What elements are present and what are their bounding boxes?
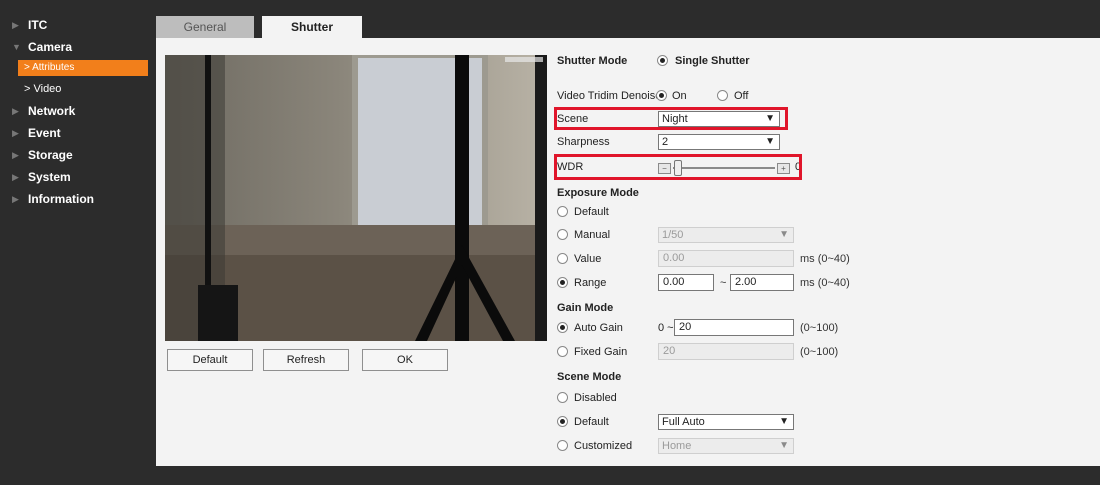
tab-general[interactable]: General [156, 16, 254, 38]
gain-mode-heading: Gain Mode [557, 302, 614, 314]
scene-mode-default-value: Full Auto [662, 416, 705, 428]
sidebar-item-attributes[interactable]: > Attributes [18, 60, 148, 76]
sidebar-item-label: Storage [28, 148, 73, 162]
scene-mode-customized-label: Customized [574, 440, 633, 452]
chevron-right-icon: > [24, 62, 33, 73]
exposure-range-separator: ~ [720, 277, 727, 289]
gain-auto-radio[interactable] [557, 322, 568, 333]
chevron-down-icon: ▼ [779, 440, 789, 451]
ok-button[interactable]: OK [362, 349, 448, 371]
exposure-mode-heading: Exposure Mode [557, 187, 639, 199]
expanded-arrow-icon: ▼ [12, 42, 21, 52]
sidebar-item-storage[interactable]: ▶ Storage [8, 144, 148, 166]
sharpness-label: Sharpness [557, 136, 610, 148]
collapsed-arrow-icon: ▶ [12, 150, 19, 160]
sidebar-item-label: Event [28, 126, 61, 140]
exposure-manual-value: 1/50 [662, 229, 684, 241]
exposure-value-input[interactable]: 0.00 [658, 250, 794, 267]
gain-auto-label: Auto Gain [574, 322, 623, 334]
sidebar-item-label: Video [33, 83, 62, 95]
sidebar: ▶ ITC ▼ Camera > Attributes > Video ▶ Netwo… [8, 14, 148, 210]
sidebar-item-itc[interactable]: ▶ ITC [8, 14, 148, 36]
camera-frame-image [165, 55, 547, 341]
gain-fixed-input[interactable]: 20 [658, 343, 794, 360]
collapsed-arrow-icon: ▶ [12, 172, 19, 182]
refresh-button[interactable]: Refresh [263, 349, 349, 371]
gain-fixed-label: Fixed Gain [574, 346, 628, 358]
exposure-manual-radio[interactable] [557, 229, 568, 240]
exposure-range-label: Range [574, 277, 607, 289]
tab-shutter[interactable]: Shutter [262, 16, 362, 38]
exposure-default-label: Default [574, 206, 609, 218]
scene-mode-disabled-radio[interactable] [557, 392, 568, 403]
exposure-manual-label: Manual [574, 229, 611, 241]
exposure-range-from-input[interactable]: 0.00 [658, 274, 714, 291]
gain-auto-prefix: 0 ~ [658, 322, 674, 334]
scene-mode-default-select[interactable]: Full Auto ▼ [658, 414, 794, 430]
video-preview [165, 55, 547, 341]
shutter-mode-single-radio[interactable] [657, 55, 668, 66]
sidebar-item-label: Attributes [32, 62, 75, 73]
chevron-down-icon: ▼ [779, 416, 789, 427]
sidebar-item-label: Camera [28, 40, 73, 54]
scene-mode-default-radio[interactable] [557, 416, 568, 427]
sidebar-item-network[interactable]: ▶ Network [8, 100, 148, 122]
denoise-off-radio[interactable] [717, 90, 728, 101]
exposure-value-radio[interactable] [557, 253, 568, 264]
denoise-off-label: Off [734, 90, 749, 102]
shutter-form: Shutter Mode Single Shutter Video Tridim… [554, 38, 1094, 466]
exposure-default-radio[interactable] [557, 206, 568, 217]
settings-panel: Default Refresh OK Shutter Mode Single S… [156, 38, 1100, 466]
sidebar-item-system[interactable]: ▶ System [8, 166, 148, 188]
sidebar-item-video[interactable]: > Video [18, 78, 148, 100]
shutter-mode-single-label: Single Shutter [675, 55, 750, 67]
shutter-mode-label: Shutter Mode [557, 55, 628, 67]
collapsed-arrow-icon: ▶ [12, 20, 19, 30]
collapsed-arrow-icon: ▶ [12, 194, 19, 204]
scene-highlight-box [554, 107, 788, 130]
wdr-highlight-box [554, 154, 802, 180]
exposure-range-to-input[interactable]: 2.00 [730, 274, 794, 291]
exposure-range-unit: ms (0~40) [800, 277, 850, 289]
sidebar-item-label: ITC [28, 18, 48, 32]
denoise-on-radio[interactable] [656, 90, 667, 101]
sidebar-item-label: Network [28, 104, 76, 118]
scene-mode-default-label: Default [574, 416, 609, 428]
chevron-down-icon: ▼ [765, 136, 775, 147]
sidebar-item-event[interactable]: ▶ Event [8, 122, 148, 144]
gain-auto-unit: (0~100) [800, 322, 839, 334]
sidebar-item-label: System [28, 170, 71, 184]
exposure-value-label: Value [574, 253, 602, 265]
exposure-range-radio[interactable] [557, 277, 568, 288]
scene-mode-disabled-label: Disabled [574, 392, 617, 404]
sidebar-item-label: Information [28, 192, 94, 206]
sidebar-item-information[interactable]: ▶ Information [8, 188, 148, 210]
exposure-manual-select[interactable]: 1/50 ▼ [658, 227, 794, 243]
denoise-label: Video Tridim Denoise [557, 90, 662, 102]
sharpness-selected-value: 2 [662, 136, 669, 148]
exposure-value-unit: ms (0~40) [800, 253, 850, 265]
sidebar-item-camera[interactable]: ▼ Camera [8, 36, 148, 58]
default-button[interactable]: Default [167, 349, 253, 371]
scene-mode-heading: Scene Mode [557, 371, 622, 383]
chevron-down-icon: ▼ [779, 229, 789, 240]
sharpness-select[interactable]: 2 ▼ [658, 134, 780, 150]
scene-mode-customized-value: Home [662, 440, 692, 452]
collapsed-arrow-icon: ▶ [12, 128, 19, 138]
collapsed-arrow-icon: ▶ [12, 106, 19, 116]
scene-mode-customized-radio[interactable] [557, 440, 568, 451]
gain-fixed-radio[interactable] [557, 346, 568, 357]
gain-auto-input[interactable]: 20 [674, 319, 794, 336]
gain-fixed-unit: (0~100) [800, 346, 839, 358]
scene-mode-customized-select[interactable]: Home ▼ [658, 438, 794, 454]
denoise-on-label: On [672, 90, 687, 102]
